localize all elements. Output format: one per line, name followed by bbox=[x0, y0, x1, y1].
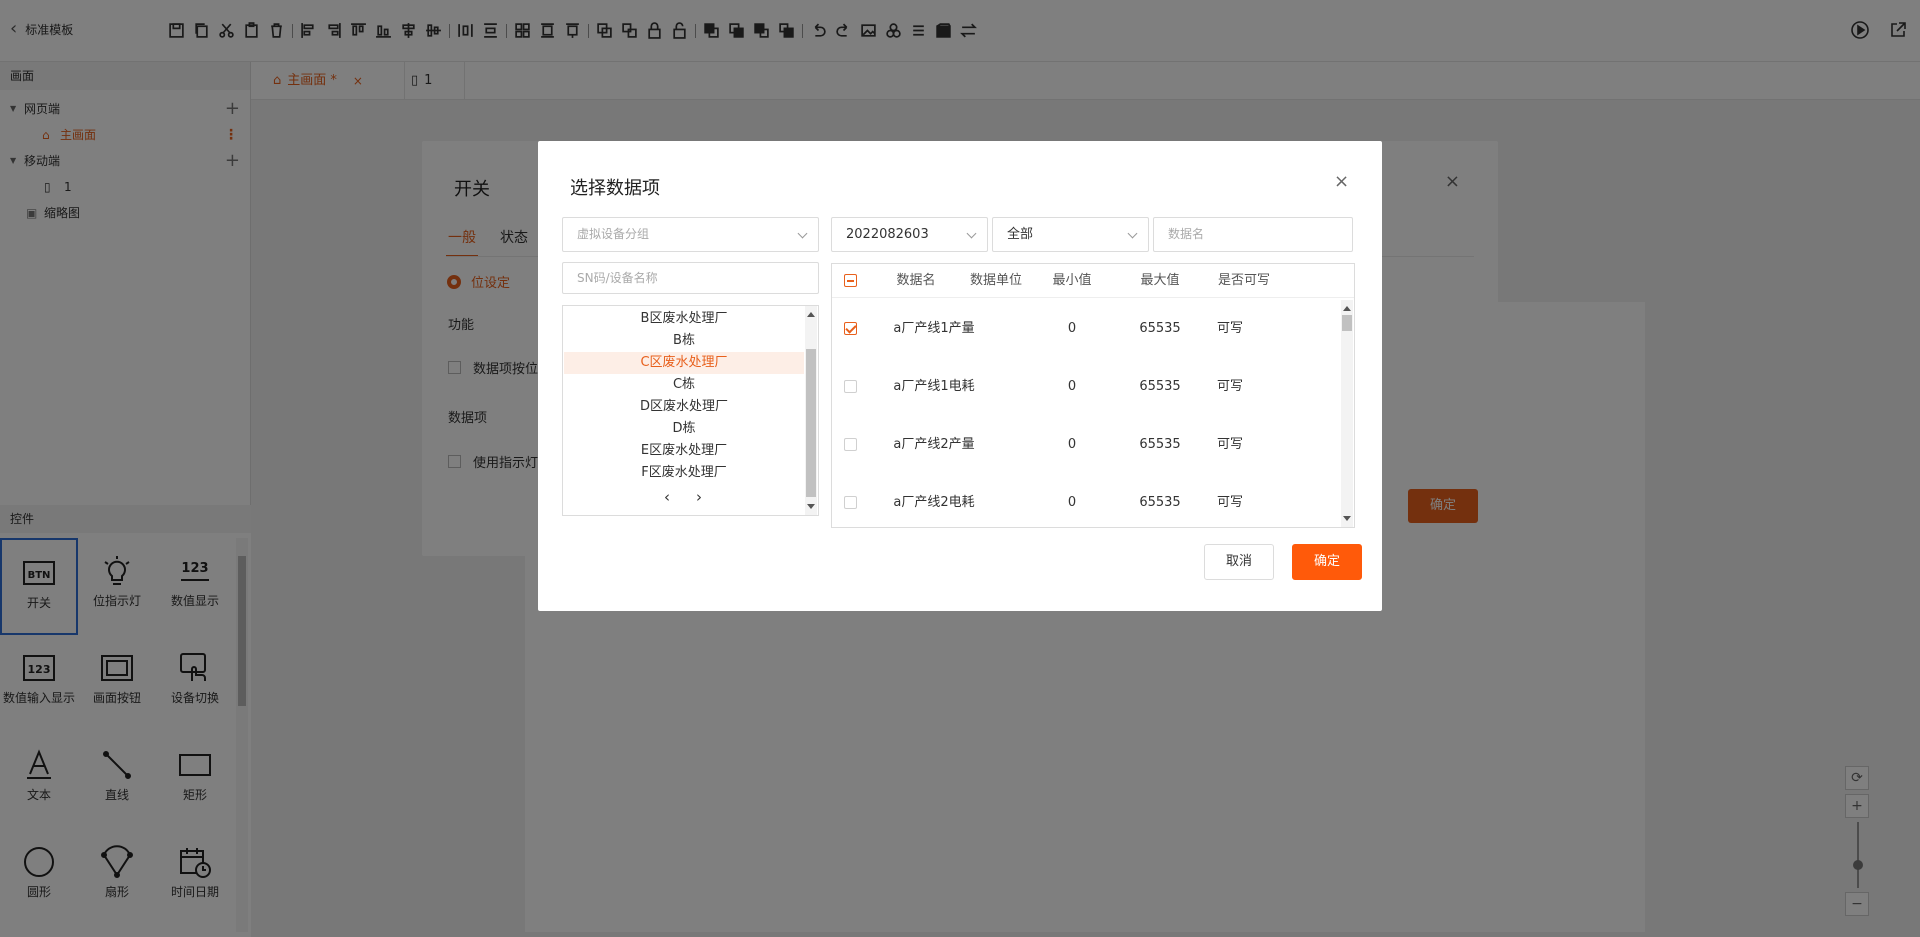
cell-unit bbox=[958, 416, 1034, 474]
table-scrollbar[interactable] bbox=[1341, 300, 1353, 527]
chevron-down-icon bbox=[966, 228, 977, 239]
pager-next-button[interactable]: › bbox=[696, 488, 702, 506]
list-item[interactable]: E区废水处理厂 bbox=[564, 440, 804, 462]
column-header: 最小值 bbox=[1052, 273, 1092, 288]
list-item[interactable]: C栋 bbox=[564, 374, 804, 396]
column-header: 是否可写 bbox=[1217, 273, 1270, 288]
chevron-down-icon bbox=[1127, 228, 1138, 239]
cancel-button[interactable]: 取消 bbox=[1204, 544, 1274, 580]
table-header: 数据名 数据单位 最小值 最大值 是否可写 bbox=[832, 264, 1354, 298]
scroll-down-icon[interactable] bbox=[1343, 516, 1351, 521]
sn-search-input[interactable]: SN码/设备名称 bbox=[562, 262, 819, 294]
list-item[interactable]: D区废水处理厂 bbox=[564, 396, 804, 418]
column-header: 数据名 bbox=[896, 273, 936, 288]
scroll-up-icon[interactable] bbox=[807, 312, 815, 317]
cell-min: 0 bbox=[1067, 321, 1077, 336]
table-row[interactable]: a厂产线2产量 0 65535 可写 bbox=[832, 416, 1340, 474]
cell-unit bbox=[958, 474, 1034, 526]
table-row[interactable]: a厂产线1产量 0 65535 可写 bbox=[832, 300, 1340, 358]
select-all-checkbox[interactable] bbox=[844, 274, 857, 287]
column-header: 数据单位 bbox=[969, 273, 1022, 288]
cell-writable: 可写 bbox=[1216, 495, 1243, 510]
table-row[interactable]: a厂产线1电耗 0 65535 可写 bbox=[832, 358, 1340, 416]
cell-writable: 可写 bbox=[1216, 379, 1243, 394]
device-group-select[interactable]: 虚拟设备分组 bbox=[562, 217, 819, 252]
cell-writable: 可写 bbox=[1216, 437, 1243, 452]
pager-prev-button[interactable]: ‹ bbox=[664, 488, 670, 506]
scroll-down-icon[interactable] bbox=[807, 504, 815, 509]
select-value: 全部 bbox=[1007, 227, 1034, 242]
cell-min: 0 bbox=[1067, 379, 1077, 394]
list-item-selected[interactable]: C区废水处理厂 bbox=[564, 352, 804, 374]
row-checkbox[interactable] bbox=[844, 322, 857, 335]
table-row[interactable]: a厂产线2电耗 0 65535 可写 bbox=[832, 474, 1340, 526]
filter-select[interactable]: 全部 bbox=[992, 217, 1149, 252]
device-select[interactable]: 2022082603 bbox=[831, 217, 988, 252]
dialog-title: 选择数据项 bbox=[570, 178, 660, 199]
select-value: 2022082603 bbox=[846, 227, 929, 242]
dataitem-table: 数据名 数据单位 最小值 最大值 是否可写 a厂产线1产量 0 65535 可写… bbox=[831, 263, 1355, 528]
list-item[interactable]: D栋 bbox=[564, 418, 804, 440]
row-checkbox[interactable] bbox=[844, 438, 857, 451]
chevron-down-icon bbox=[797, 228, 808, 239]
input-placeholder: SN码/设备名称 bbox=[577, 271, 658, 285]
cell-min: 0 bbox=[1067, 437, 1077, 452]
list-item[interactable]: B区废水处理厂 bbox=[564, 308, 804, 330]
cell-unit bbox=[958, 300, 1034, 358]
cell-min: 0 bbox=[1067, 495, 1077, 510]
confirm-button[interactable]: 确定 bbox=[1292, 544, 1362, 580]
input-placeholder: 数据名 bbox=[1168, 227, 1205, 241]
row-checkbox[interactable] bbox=[844, 380, 857, 393]
cell-unit bbox=[958, 358, 1034, 416]
list-item[interactable]: B栋 bbox=[564, 330, 804, 352]
close-icon[interactable]: × bbox=[1334, 171, 1349, 192]
row-checkbox[interactable] bbox=[844, 496, 857, 509]
select-dataitem-dialog: 选择数据项 × 虚拟设备分组 2022082603 全部 数据名 SN码/设备名… bbox=[538, 141, 1382, 611]
select-placeholder: 虚拟设备分组 bbox=[577, 227, 650, 241]
tree-scrollbar[interactable] bbox=[805, 306, 817, 515]
device-tree-list: B区废水处理厂 B栋 C区废水处理厂 C栋 D区废水处理厂 D栋 E区废水处理厂… bbox=[562, 305, 819, 516]
cell-writable: 可写 bbox=[1216, 321, 1243, 336]
column-header: 最大值 bbox=[1140, 273, 1180, 288]
dataname-input[interactable]: 数据名 bbox=[1153, 217, 1353, 252]
list-item[interactable]: F区废水处理厂 bbox=[564, 462, 804, 484]
scroll-up-icon[interactable] bbox=[1343, 306, 1351, 311]
